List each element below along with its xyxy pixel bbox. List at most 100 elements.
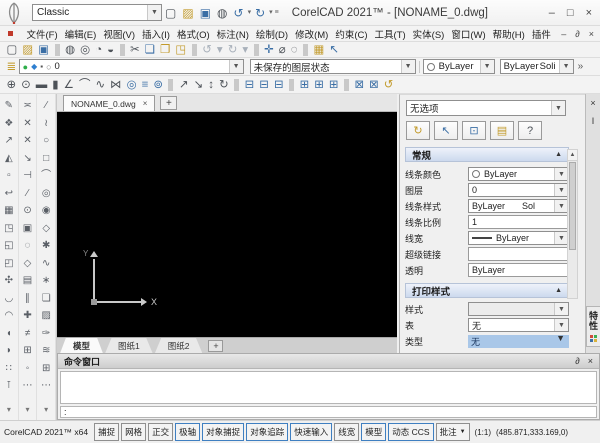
undo-icon[interactable]: ↺ <box>200 43 215 57</box>
polyline-tool-icon[interactable]: ≀ <box>44 115 48 133</box>
line-scale-input[interactable]: 1 <box>468 215 569 229</box>
polar-toggle[interactable]: 极轴 <box>175 423 201 441</box>
trim-tool-icon[interactable]: ◰ <box>4 255 13 273</box>
smooth-constraint-icon[interactable]: ∿ <box>93 78 108 92</box>
new-icon[interactable]: ▢ <box>4 43 20 57</box>
doc-close-button[interactable]: × <box>589 29 594 39</box>
menu-plugins[interactable]: 插件 <box>528 27 554 41</box>
more-draw-icon[interactable]: ⋯ <box>41 377 51 395</box>
menu-modify[interactable]: 修改(M) <box>292 27 332 41</box>
dim-aligned-constraint-icon[interactable]: ⊟ <box>271 78 286 92</box>
tab-model[interactable]: 模型 <box>60 337 104 354</box>
redo-icon[interactable]: ↻ <box>255 5 265 21</box>
general-section-header[interactable]: 常规 ▲ <box>405 147 569 162</box>
lineweight-toggle[interactable]: 线宽 <box>334 423 360 441</box>
menu-draw[interactable]: 绘制(D) <box>252 27 291 41</box>
menu-view[interactable]: 视图(V) <box>100 27 139 41</box>
coincident-constraint-icon[interactable]: ⊕ <box>4 78 19 92</box>
menu-file[interactable]: 文件(F) <box>23 27 61 41</box>
transparency-input[interactable]: ByLayer <box>468 263 569 277</box>
polygon-tool-icon[interactable]: ◇ <box>42 220 50 238</box>
selection-select[interactable]: 无选项 ▼ <box>406 100 566 116</box>
point-snap-icon[interactable]: ◦ <box>26 360 30 378</box>
close-button[interactable]: × <box>586 7 592 19</box>
split-tool-icon[interactable]: ◖ <box>6 325 12 343</box>
hatch-tool-icon[interactable]: ✱ <box>42 237 50 255</box>
color-select[interactable]: ByLayer ▼ <box>422 59 495 74</box>
chevron-down-icon[interactable]: ▼ <box>554 184 568 196</box>
chevron-down-icon[interactable]: ▼ <box>554 303 568 315</box>
doc-minimize-button[interactable]: – <box>561 29 566 39</box>
select-button[interactable]: ↖ <box>434 121 458 140</box>
chevron-down-icon[interactable]: ▼ <box>228 60 243 73</box>
move-tool-icon[interactable]: ❖ <box>4 115 13 133</box>
chevron-down-icon[interactable]: ▼ <box>554 319 568 331</box>
ring-tool-icon[interactable]: ◎ <box>42 185 51 203</box>
grid-toggle[interactable]: 网格 <box>121 423 147 441</box>
rectangle-tool-icon[interactable]: □ <box>43 150 49 168</box>
chevron-down-icon[interactable]: ▼ <box>147 5 161 20</box>
undo-arrow-icon[interactable]: ▾ <box>248 5 252 21</box>
minimize-button[interactable]: – <box>549 7 555 19</box>
refresh-button[interactable]: ↻ <box>406 121 430 140</box>
menu-solids[interactable]: 实体(S) <box>409 27 448 41</box>
line-weight-select[interactable]: ByLayer ▼ <box>468 231 569 245</box>
copy-tool-icon[interactable]: ↗ <box>5 132 13 150</box>
workspace-select[interactable]: Classic ▼ <box>32 4 162 21</box>
dim-vertical-icon[interactable]: ↕ <box>206 78 217 92</box>
node-snap-icon[interactable]: ◌ <box>25 237 31 255</box>
concentric-constraint-icon[interactable]: ◎ <box>124 78 139 92</box>
menu-insert[interactable]: 插入(I) <box>138 27 173 41</box>
more-snap-tools-icon[interactable]: ▾ <box>26 401 30 419</box>
center-snap-icon[interactable]: ⊙ <box>23 202 31 220</box>
redo-arrow-icon[interactable]: ▾ <box>240 43 251 57</box>
help-button[interactable]: ? <box>518 121 542 140</box>
spline-tool-icon[interactable]: ∿ <box>42 255 50 273</box>
pattern-tool-icon[interactable]: ▦ <box>4 202 13 220</box>
image-tool-icon[interactable]: ▨ <box>41 307 50 325</box>
maximize-button[interactable]: □ <box>567 7 574 19</box>
toolbar-overflow-icon[interactable]: » <box>578 61 584 72</box>
redo-arrow-icon[interactable]: ▾ <box>269 5 273 21</box>
extend-tool-icon[interactable]: ✣ <box>5 272 13 290</box>
float-icon[interactable]: ∂ <box>575 356 579 366</box>
command-input[interactable]: : <box>60 406 597 418</box>
entity-track-toggle[interactable]: 对象追踪 <box>246 423 289 441</box>
chevron-down-icon[interactable]: ▼ <box>551 101 565 115</box>
open-icon[interactable]: ▨ <box>20 43 36 57</box>
chevron-down-icon[interactable]: ▼ <box>400 60 415 73</box>
update-constraints-icon[interactable]: ↺ <box>381 78 396 92</box>
menu-format[interactable]: 格式(O) <box>173 27 213 41</box>
menu-constraints[interactable]: 约束(C) <box>332 27 371 41</box>
dim-diameter-constraint-icon[interactable]: ⊞ <box>326 78 341 92</box>
cut-icon[interactable]: ✂ <box>128 43 143 57</box>
quick-select-button[interactable]: ▤ <box>490 121 514 140</box>
dim-angular-icon[interactable]: ↻ <box>217 78 232 92</box>
dim-angle-constraint-icon[interactable]: ⊞ <box>297 78 312 92</box>
undo-icon[interactable]: ↺ <box>234 5 244 21</box>
scroll-up-icon[interactable]: ▲ <box>568 150 577 161</box>
tab-sheet1[interactable]: 图纸1 <box>105 337 153 354</box>
drawing-canvas[interactable]: X Y <box>57 112 397 337</box>
chevron-down-icon[interactable]: ▼ <box>558 60 573 73</box>
menu-help[interactable]: 帮助(H) <box>489 27 528 41</box>
pan-icon[interactable]: ✛ <box>262 43 277 57</box>
entity-snap-toggle[interactable]: 对象捕捉 <box>202 423 245 441</box>
circle-tool-icon[interactable]: ○ <box>43 132 49 150</box>
pointer-settings-icon[interactable]: ↖ <box>327 43 342 57</box>
hide-constraints-icon[interactable]: ⊠ <box>367 78 382 92</box>
vertical-constraint-icon[interactable]: ▮ <box>50 78 61 92</box>
batch-print-icon[interactable]: ◎ <box>78 43 93 57</box>
chevron-down-icon[interactable]: ▼ <box>479 60 494 73</box>
close-icon[interactable]: × <box>588 356 593 366</box>
arc-tool-icon[interactable]: ⌒ <box>41 167 51 185</box>
fix-constraint-icon[interactable]: ⊙ <box>19 78 34 92</box>
layer-lock-icon[interactable]: ▪ <box>40 62 43 71</box>
undo-arrow-icon[interactable]: ▾ <box>214 43 225 57</box>
close-icon[interactable]: × <box>143 99 148 108</box>
paste-icon[interactable]: ❐ <box>158 43 173 57</box>
chevron-down-icon[interactable]: ▼ <box>553 200 568 212</box>
print-table-select[interactable]: 无 ▼ <box>468 318 569 332</box>
line-tool-icon[interactable]: ∕ <box>45 97 47 115</box>
rotate-tool-icon[interactable]: ◳ <box>4 220 13 238</box>
